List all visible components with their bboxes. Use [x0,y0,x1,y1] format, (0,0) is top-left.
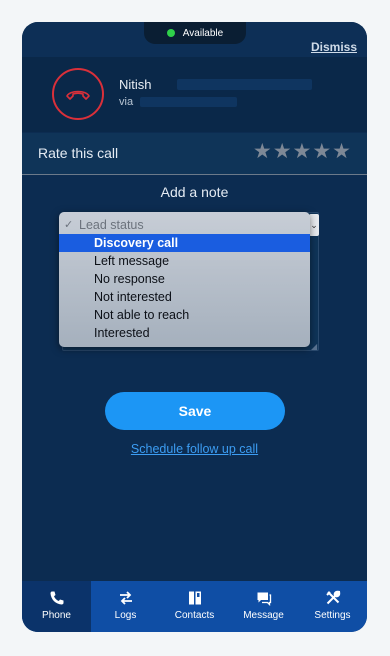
dropdown-option[interactable]: No response [59,270,310,288]
checkmark-icon: ✓ [64,219,74,231]
availability-status[interactable]: Available [144,22,246,44]
end-call-avatar [52,68,104,120]
caller-via: via [119,96,134,108]
dropdown-option[interactable]: Discovery call [59,234,310,252]
tab-message[interactable]: Message [229,581,298,632]
dropdown-option[interactable]: Interested [59,324,310,342]
rating-label: Rate this call [38,145,119,161]
placeholder-label: Lead status [79,218,144,232]
status-label: Available [182,27,224,39]
divider [22,174,367,175]
star-3-icon[interactable]: ★ [293,141,312,162]
dropdown-option[interactable]: Not interested [59,288,310,306]
dropdown-option[interactable]: Not able to reach [59,306,310,324]
star-2-icon[interactable]: ★ [273,141,292,162]
star-5-icon[interactable]: ★ [332,141,351,162]
star-4-icon[interactable]: ★ [312,141,331,162]
tab-label: Logs [114,610,137,621]
tab-settings[interactable]: Settings [298,581,367,632]
select-chevron-icon[interactable]: ⌄ [309,214,319,236]
call-panel: Available Dismiss Nitish via Rate this c… [22,22,367,632]
tab-contacts[interactable]: Contacts [160,581,229,632]
star-1-icon[interactable]: ★ [253,141,272,162]
caller-info: Nitish via [22,57,367,132]
phone-icon [48,589,66,607]
tab-label: Phone [42,610,71,621]
tab-label: Message [243,610,284,621]
note-heading: Add a note [160,184,229,200]
tab-label: Settings [314,610,351,621]
status-dot [166,29,175,37]
rating-row: Rate this call ★ ★ ★ ★ ★ [22,133,367,174]
star-rating[interactable]: ★ ★ ★ ★ ★ [253,141,351,162]
tab-label: Contacts [174,610,215,621]
save-button[interactable]: Save [105,392,285,430]
dropdown-placeholder: ✓ Lead status [59,216,310,234]
tab-phone[interactable]: Phone [22,581,91,632]
redacted-number [177,79,312,90]
dismiss-link[interactable]: Dismiss [311,40,357,54]
schedule-follow-up-link[interactable]: Schedule follow up call [22,442,367,456]
bottom-tab-bar: Phone Logs Contacts Message Settings [22,581,367,632]
lead-status-dropdown[interactable]: ✓ Lead status Discovery call Left messag… [59,212,310,347]
contacts-book-icon [186,589,204,607]
hangup-phone-icon [66,90,90,100]
tools-icon [324,589,342,607]
caller-name: Nitish [119,77,152,92]
swap-arrows-icon [117,589,135,607]
top-bar: Available Dismiss [22,22,367,57]
resize-grip-icon[interactable]: ◢ [311,342,317,351]
tab-logs[interactable]: Logs [91,581,160,632]
dropdown-option[interactable]: Left message [59,252,310,270]
redacted-via [140,97,237,107]
message-bubble-icon [255,589,273,607]
